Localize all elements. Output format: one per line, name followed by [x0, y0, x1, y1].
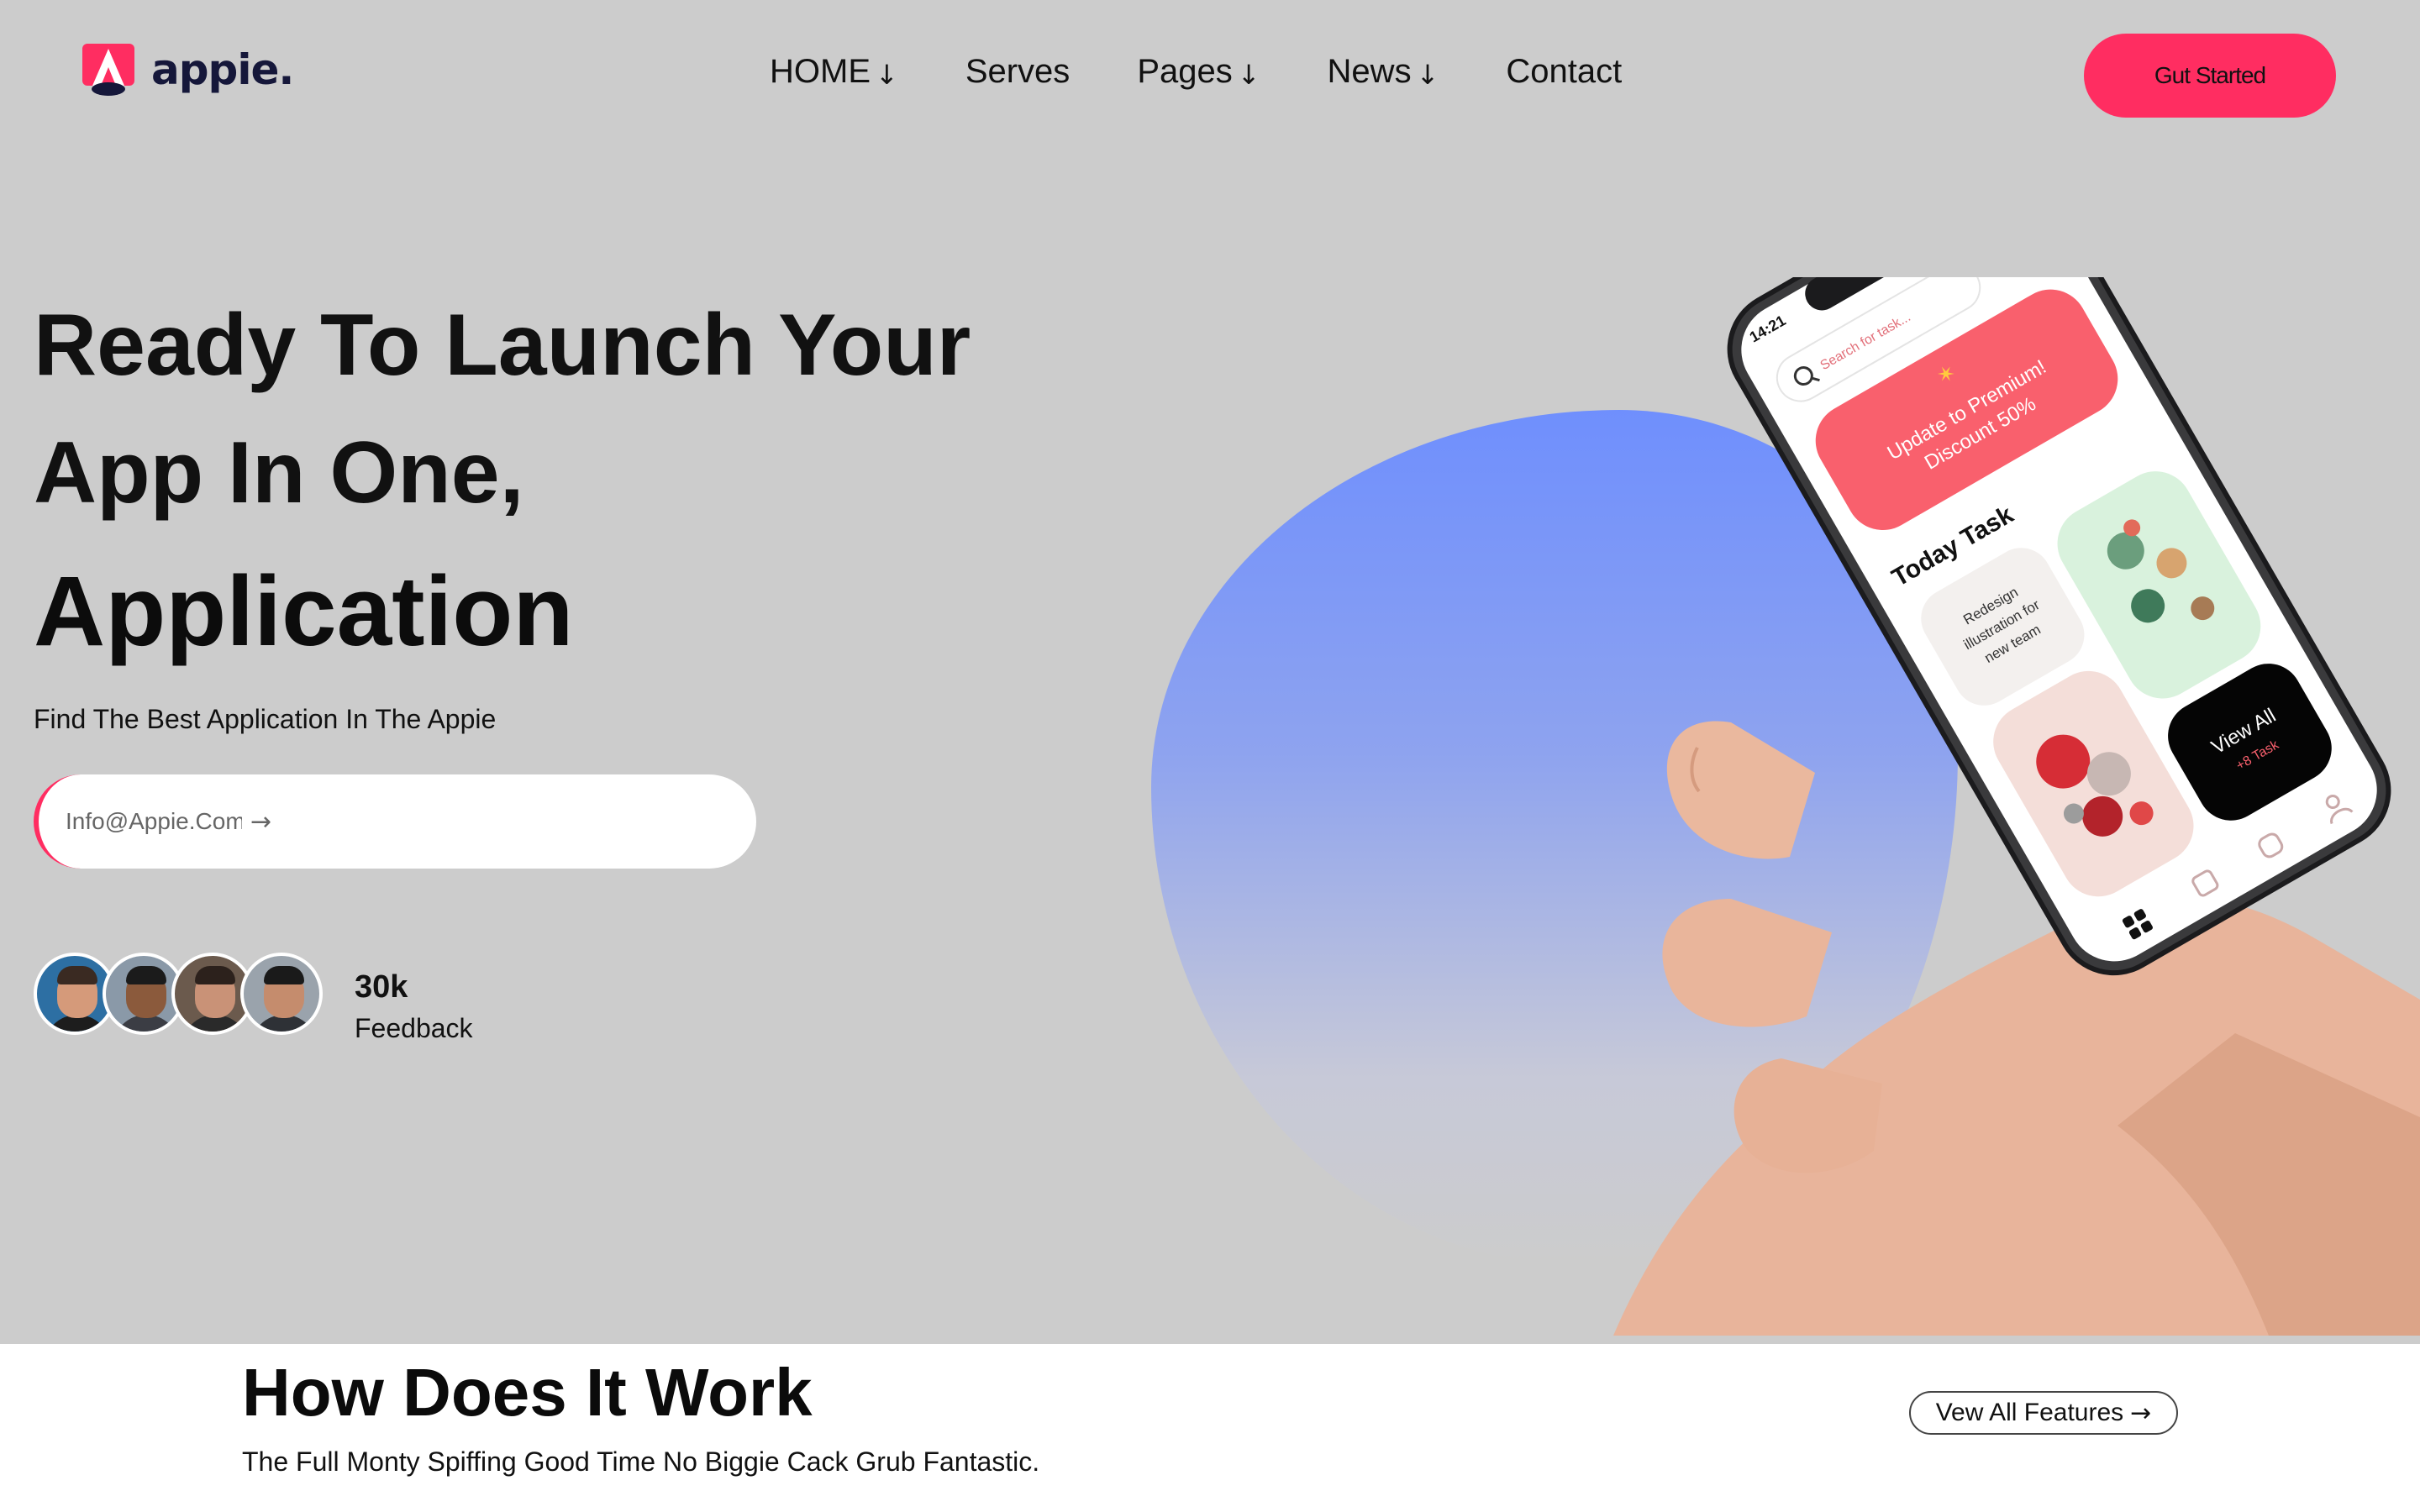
- hero-title-line-2: App In One,: [34, 424, 524, 522]
- nav-item-label: News: [1327, 52, 1412, 90]
- avatar-group: [34, 953, 323, 1035]
- phone-in-hand-illustration: 14:21 Search for task... ✶ Update to Pre…: [1613, 277, 2420, 1336]
- arrow-down-icon: ↓: [1416, 59, 1439, 91]
- nav-item-serves[interactable]: Serves: [965, 52, 1071, 91]
- email-input[interactable]: [66, 808, 242, 835]
- nav-item-news[interactable]: News ↓: [1327, 52, 1439, 92]
- nav-item-label: HOME: [770, 52, 871, 90]
- logo-mark-icon: [82, 44, 134, 96]
- arrow-down-icon: ↓: [1237, 59, 1260, 91]
- arrow-right-icon[interactable]: →: [250, 807, 271, 837]
- view-all-features-label: Vew All Features: [1935, 1399, 2124, 1426]
- hero-subtitle: Find The Best Application In The Appie: [34, 704, 497, 734]
- nav-item-contact[interactable]: Contact: [1506, 52, 1622, 91]
- view-all-features-button[interactable]: Vew All Features →: [1909, 1391, 2178, 1435]
- main-nav: HOME ↓ Serves Pages ↓ News ↓ Contact: [770, 52, 1689, 92]
- nav-item-label: Serves: [965, 52, 1071, 90]
- how-it-works-subtitle: The Full Monty Spiffing Good Time No Big…: [242, 1446, 1040, 1477]
- hero-section: appie. HOME ↓ Serves Pages ↓ News ↓ Cont…: [0, 0, 2420, 1344]
- arrow-down-icon: ↓: [876, 59, 898, 91]
- logo[interactable]: appie.: [82, 44, 294, 96]
- avatar: [240, 953, 323, 1035]
- hero-title-line-1: Ready To Launch Your: [34, 297, 971, 394]
- hero-title-line-3: Application: [34, 556, 574, 667]
- nav-item-label: Pages: [1137, 52, 1233, 90]
- logo-text: appie.: [151, 45, 294, 94]
- how-it-works-title: How Does It Work: [242, 1355, 813, 1430]
- feedback-label: Feedback: [355, 1013, 473, 1043]
- feedback-count: 30k: [355, 969, 408, 1005]
- nav-item-label: Contact: [1506, 52, 1623, 90]
- email-signup-box: →: [34, 774, 756, 869]
- nav-item-pages[interactable]: Pages ↓: [1137, 52, 1260, 92]
- arrow-right-icon: →: [2130, 1398, 2152, 1428]
- get-started-button[interactable]: Gut Started: [2084, 34, 2336, 118]
- nav-item-home[interactable]: HOME ↓: [770, 52, 898, 92]
